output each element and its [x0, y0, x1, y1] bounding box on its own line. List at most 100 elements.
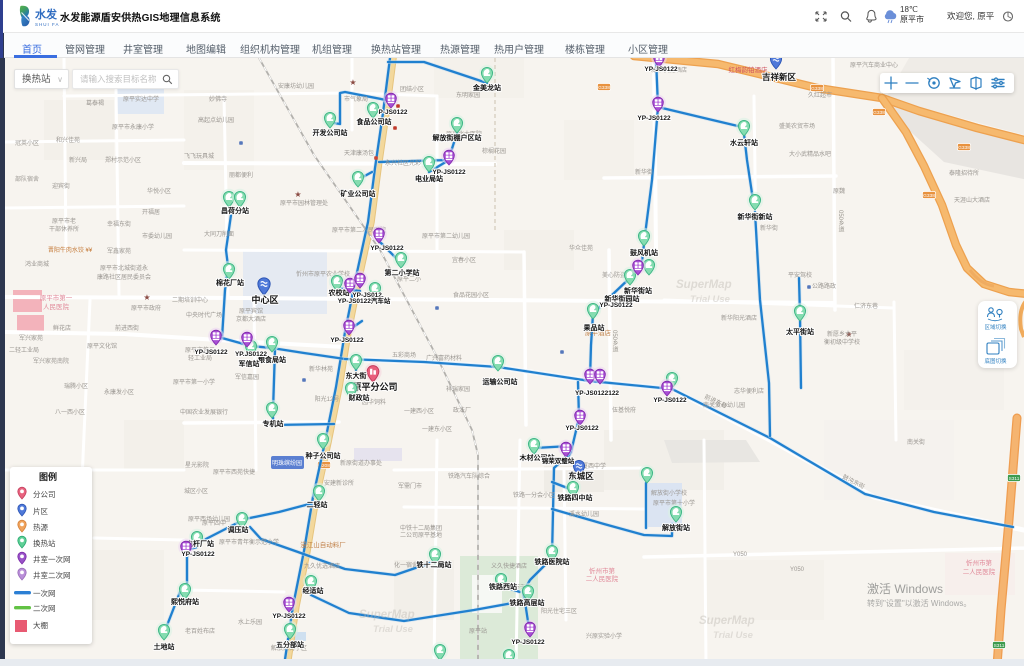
svg-text:永康发小区: 永康发小区 [104, 388, 134, 396]
svg-text:调压站: 调压站 [228, 525, 249, 534]
svg-text:原平市园林管理处: 原平市园林管理处 [280, 199, 328, 207]
svg-text:市气象局: 市气象局 [344, 95, 368, 103]
svg-text:YP-JS0122: YP-JS0122 [194, 349, 228, 356]
svg-text:祥瑞家园: 祥瑞家园 [446, 385, 470, 393]
svg-text:忻州市第: 忻州市第 [589, 566, 616, 575]
svg-text:G338: G338 [873, 110, 885, 116]
svg-text:棉花厂站: 棉花厂站 [216, 278, 244, 287]
svg-text:原平市: 原平市 [900, 14, 924, 24]
svg-text:鸿业商城: 鸿业商城 [25, 260, 49, 268]
svg-text:公路路政: 公路路政 [812, 282, 836, 290]
svg-text:军兴家苑南院: 军兴家苑南院 [33, 357, 69, 365]
svg-text:区域切换: 区域切换 [984, 323, 1007, 331]
svg-text:开福居: 开福居 [142, 208, 160, 216]
svg-text:大小武精品水吧: 大小武精品水吧 [789, 150, 831, 158]
svg-text:新华林苑: 新华林苑 [309, 365, 333, 373]
svg-text:YP-JS0122: YP-JS0122 [653, 397, 687, 404]
svg-text:昌荷分站: 昌荷分站 [221, 206, 249, 215]
svg-text:团结小区: 团结小区 [400, 85, 424, 93]
svg-text:铁路西站: 铁路西站 [489, 582, 517, 591]
svg-text:Trial Use: Trial Use [713, 630, 754, 641]
svg-text:原平市老: 原平市老 [52, 217, 76, 225]
svg-text:市委幼儿园: 市委幼儿园 [142, 232, 172, 240]
svg-text:天涯山大酒店: 天涯山大酒店 [954, 196, 990, 204]
svg-text:丽都便利: 丽都便利 [229, 171, 253, 179]
svg-text:部队宿舍: 部队宿舍 [15, 175, 39, 183]
svg-text:换热站: 换热站 [33, 538, 56, 548]
svg-text:原平实达中学: 原平实达中学 [123, 95, 159, 103]
svg-text:原平站: 原平站 [469, 627, 487, 635]
svg-text:二轻工业局: 二轻工业局 [9, 346, 39, 354]
svg-text:原平市北城街道永: 原平市北城街道永 [100, 264, 148, 272]
svg-text:G338: G338 [958, 145, 970, 151]
svg-text:G338: G338 [811, 86, 823, 92]
svg-text:天津康汤包: 天津康汤包 [344, 149, 374, 157]
svg-text:郑村示范小区: 郑村示范小区 [105, 156, 141, 164]
svg-text:分公司: 分公司 [33, 490, 56, 499]
svg-text:井室一次网: 井室一次网 [33, 554, 71, 564]
svg-text:老百姓布店: 老百姓布店 [185, 627, 215, 635]
svg-text:水云轩站: 水云轩站 [730, 138, 758, 147]
svg-text:Y050: Y050 [790, 567, 805, 573]
svg-text:YP-JS0122: YP-JS0122 [330, 337, 364, 344]
svg-text:铁路高层站: 铁路高层站 [510, 598, 545, 607]
svg-text:高起点幼儿园: 高起点幼儿园 [198, 116, 234, 124]
svg-text:运输公司站: 运输公司站 [483, 377, 518, 386]
svg-text:YP-JS0122: YP-JS0122 [644, 66, 678, 73]
svg-text:中铁十二局集团: 中铁十二局集团 [400, 524, 442, 532]
svg-text:五彩商场: 五彩商场 [392, 351, 416, 359]
svg-text:兴原实验小学: 兴原实验小学 [586, 632, 622, 640]
svg-text:东明家园: 东明家园 [456, 91, 480, 99]
svg-text:锦荣双璧站: 锦荣双璧站 [542, 456, 575, 465]
svg-text:中央时代广场: 中央时代广场 [186, 311, 222, 319]
svg-text:义久快捷酒店: 义久快捷酒店 [491, 562, 527, 570]
svg-text:冠英小区: 冠英小区 [15, 139, 39, 147]
svg-text:YP-JS0122: YP-JS0122 [637, 115, 671, 122]
svg-text:新华街: 新华街 [635, 168, 653, 176]
svg-text:阳光12号: 阳光12号 [315, 395, 340, 403]
svg-text:安建新诊所: 安建新诊所 [324, 479, 354, 487]
svg-text:原平宾馆: 原平宾馆 [239, 307, 263, 315]
svg-text:G338: G338 [598, 85, 610, 91]
svg-text:平安驾校: 平安驾校 [788, 271, 812, 279]
svg-text:YP-JS0122: YP-JS0122 [181, 551, 215, 558]
svg-text:二期培训中心: 二期培训中心 [172, 296, 208, 304]
svg-text:二轻站: 二轻站 [307, 500, 328, 509]
svg-text:政法厂: 政法厂 [453, 406, 471, 414]
svg-text:原平市西苑快捷: 原平市西苑快捷 [213, 468, 255, 476]
svg-text:第二小学站: 第二小学站 [385, 268, 420, 277]
svg-text:原平市永康小学: 原平市永康小学 [112, 123, 154, 131]
svg-text:幸福东街: 幸福东街 [107, 220, 131, 228]
svg-text:中国农业发展银行: 中国农业发展银行 [180, 408, 228, 416]
svg-text:金美龙站: 金美龙站 [472, 83, 501, 92]
svg-text:原魏: 原魏 [833, 187, 845, 195]
svg-text:飞飞玩具城: 飞飞玩具城 [184, 153, 214, 160]
svg-text:康路社区居民委员会: 康路社区居民委员会 [97, 273, 151, 281]
svg-text:YP-JS0122: YP-JS0122 [565, 425, 599, 432]
svg-text:南关街: 南关街 [907, 438, 925, 446]
svg-text:图例: 图例 [39, 471, 57, 482]
svg-text:瑞腾小区: 瑞腾小区 [64, 382, 88, 390]
svg-text:鲜花店: 鲜花店 [53, 324, 71, 332]
svg-text:★: ★ [349, 78, 356, 87]
svg-text:解放街棚户区站: 解放街棚户区站 [433, 133, 482, 142]
svg-text:二人民医院: 二人民医院 [963, 567, 996, 576]
svg-text:妙佛寺: 妙佛寺 [209, 95, 227, 103]
svg-text:一建西小区: 一建西小区 [404, 407, 434, 415]
svg-text:解放街小学校: 解放街小学校 [651, 489, 687, 497]
svg-text:YP-JS0122: YP-JS0122 [370, 245, 404, 252]
svg-text:种子公司站: 种子公司站 [305, 451, 341, 460]
svg-text:解放街站: 解放街站 [662, 523, 690, 532]
svg-text:YP-JS0122: YP-JS0122 [599, 302, 633, 309]
svg-text:SuperMap: SuperMap [359, 609, 415, 621]
svg-text:片区: 片区 [33, 506, 48, 516]
svg-text:原平汽车商业中心: 原平汽车商业中心 [850, 61, 898, 69]
svg-text:050乡道: 050乡道 [837, 210, 844, 233]
svg-text:铁十二局站: 铁十二局站 [417, 560, 452, 569]
svg-text:星光影院: 星光影院 [185, 461, 209, 469]
svg-text:东大街: 东大街 [346, 371, 367, 380]
svg-text:新华阳光酒店: 新华阳光酒店 [721, 314, 757, 322]
svg-text:矿业公司站: 矿业公司站 [341, 189, 376, 198]
svg-text:Trial Use: Trial Use [690, 294, 731, 305]
svg-text:仁济东巷: 仁济东巷 [854, 302, 878, 310]
